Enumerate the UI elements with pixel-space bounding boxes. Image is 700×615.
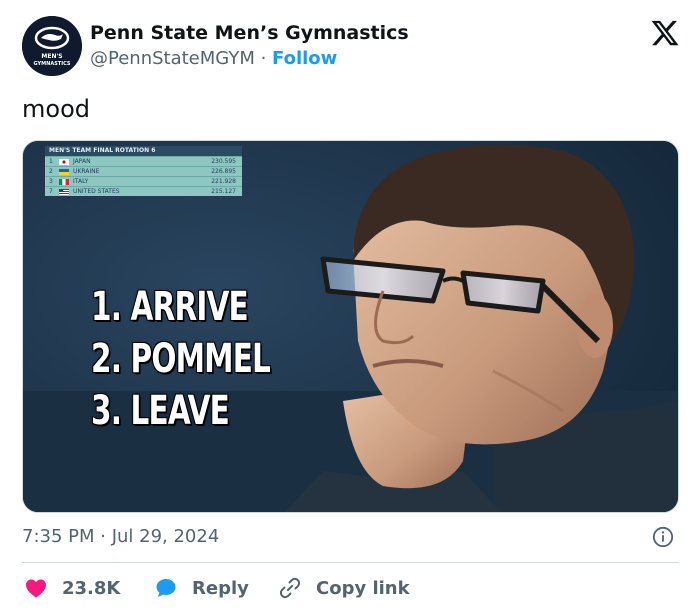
follow-button[interactable]: Follow: [272, 48, 337, 69]
scoreboard-country: UNITED STATES: [73, 188, 120, 195]
scoreboard-overlay: MEN'S TEAM FINAL ROTATION 6 1 JAPAN 230.…: [45, 146, 242, 202]
scoreboard-row: 1 JAPAN 230.595: [45, 156, 242, 166]
avatar-text-2: GYMNASTICS: [34, 61, 71, 67]
divider: [22, 562, 679, 563]
display-name[interactable]: Penn State Men’s Gymnastics: [90, 20, 409, 46]
scoreboard-title: MEN'S TEAM FINAL ROTATION 6: [45, 146, 242, 156]
italy-flag-icon: [59, 179, 69, 185]
tweet-media[interactable]: MEN'S TEAM FINAL ROTATION 6 1 JAPAN 230.…: [22, 140, 679, 513]
separator: ·: [254, 48, 273, 69]
penn-state-logo-icon: MEN'S GYMNASTICS: [22, 16, 82, 76]
scoreboard-row: 3 ITALY 221.928: [45, 176, 242, 186]
copy-link-button[interactable]: Copy link: [278, 574, 410, 602]
scoreboard-rank: 7: [49, 188, 53, 195]
scoreboard-row: 2 UKRAINE 226.895: [45, 166, 242, 176]
meme-caption: 1. ARRIVE 2. POMMEL 3. LEAVE: [91, 281, 309, 437]
ukraine-flag-icon: [59, 169, 69, 175]
copy-link-label: Copy link: [316, 577, 410, 599]
reply-button[interactable]: Reply: [154, 574, 249, 602]
reply-label: Reply: [192, 577, 249, 599]
heart-icon: [26, 579, 46, 598]
japan-flag-icon: [59, 159, 69, 165]
like-count: 23.8K: [62, 577, 121, 599]
handle-line: @PennStateMGYM · Follow: [90, 46, 409, 72]
scoreboard-score: 215.127: [211, 188, 236, 195]
tweet-timestamp[interactable]: 7:35 PM · Jul 29, 2024: [22, 524, 219, 550]
x-logo-icon[interactable]: [650, 18, 680, 48]
usa-flag-icon: [59, 189, 69, 195]
speech-bubble-icon: [156, 579, 176, 597]
handle[interactable]: @PennStateMGYM: [90, 48, 255, 69]
tweet-header: MEN'S GYMNASTICS Penn State Men’s Gymnas…: [22, 14, 682, 78]
avatar[interactable]: MEN'S GYMNASTICS: [22, 16, 82, 76]
scoreboard-row: 7 UNITED STATES 215.127: [45, 186, 242, 196]
tweet-text: mood: [22, 95, 90, 123]
meme-step-1: 1. ARRIVE: [91, 284, 249, 330]
avatar-text-1: MEN'S: [41, 53, 62, 60]
tweet-actions: 23.8K Reply Copy link: [22, 574, 682, 602]
link-icon: [279, 577, 301, 599]
author-info: Penn State Men’s Gymnastics @PennStateMG…: [90, 20, 409, 72]
info-icon[interactable]: [652, 526, 674, 548]
meme-step-2: 2. POMMEL: [91, 336, 271, 382]
meme-step-3: 3. LEAVE: [91, 388, 230, 434]
like-button[interactable]: 23.8K: [24, 574, 120, 602]
